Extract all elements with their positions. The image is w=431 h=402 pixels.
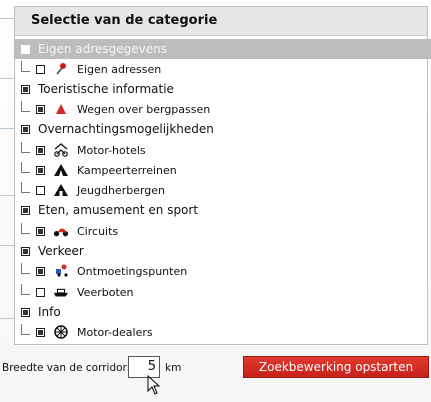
tent-icon [53,163,69,177]
mountain-pass-icon [53,102,69,116]
category-panel: Selectie van de categorie Eigen adresgeg… [14,6,431,345]
item-label: Eigen adressen [77,62,162,76]
category-row[interactable]: Verkeer [15,241,84,261]
category-checkbox[interactable] [21,246,30,256]
item-checkbox[interactable] [36,287,45,297]
pin-icon [53,62,69,76]
tree-connector [21,100,30,112]
category-label: Eigen adresgegevens [38,42,167,56]
wheel-icon [53,325,69,339]
tree-connector [21,283,30,295]
category-label: Toeristische informatie [38,82,174,96]
item-checkbox[interactable] [36,104,45,114]
item-checkbox[interactable] [36,165,45,175]
category-item-row[interactable]: Jeugdherbergen [15,180,165,200]
category-checkbox[interactable] [21,307,30,317]
meeting-point-icon [53,264,69,278]
motorcycle-icon [53,224,69,238]
category-checkbox[interactable] [21,84,30,94]
category-item-row[interactable]: Kampeerterreinen [15,160,177,180]
tree-connector [21,161,30,173]
tree-connector [21,60,30,72]
category-label: Eten, amusement en sport [38,203,199,217]
youth-hostel-icon [53,183,69,197]
panel-title: Selectie van de categorie [15,7,427,36]
tree-connector [21,262,30,274]
corridor-label: Breedte van de corridor: [2,362,131,374]
mouse-cursor-icon [147,375,161,395]
motor-hotel-icon [53,143,69,157]
item-label: Veerboten [77,285,134,299]
item-checkbox[interactable] [36,64,45,74]
item-label: Kampeerterreinen [77,163,177,177]
category-row[interactable]: Info [15,302,61,322]
category-row[interactable]: Eigen adresgegevens [15,39,431,59]
category-checkbox[interactable] [21,205,30,215]
item-checkbox[interactable] [36,266,45,276]
category-row[interactable]: Overnachtingsmogelijkheden [15,119,214,139]
item-checkbox[interactable] [36,226,45,236]
category-row[interactable]: Eten, amusement en sport [15,200,198,220]
item-checkbox[interactable] [36,185,45,195]
ferry-icon [53,285,69,299]
item-label: Ontmoetingspunten [77,264,188,278]
category-row[interactable]: Toeristische informatie [15,79,174,99]
item-label: Wegen over bergpassen [77,102,211,116]
corridor-unit: km [165,362,182,374]
item-label: Jeugdherbergen [77,183,166,197]
item-label: Circuits [77,224,119,238]
item-checkbox[interactable] [36,327,45,337]
category-checkbox[interactable] [21,44,30,54]
category-item-row[interactable]: Motor-dealers [15,322,153,342]
item-label: Motor-hotels [77,143,146,157]
category-item-row[interactable]: Eigen adressen [15,59,161,79]
category-checkbox[interactable] [21,124,30,134]
tree-connector [21,222,30,234]
item-checkbox[interactable] [36,145,45,155]
window: Selectie van de categorie Eigen adresgeg… [0,0,431,402]
category-label: Info [38,305,61,319]
category-item-row[interactable]: Ontmoetingspunten [15,261,187,281]
search-bar: Breedte van de corridor: 5 km Zoekbewerk… [0,348,431,388]
item-label: Motor-dealers [77,325,153,339]
tree-connector [21,323,30,335]
tree-connector [21,141,30,153]
start-search-button[interactable]: Zoekbewerking opstarten [243,356,429,378]
category-item-row[interactable]: Circuits [15,221,118,241]
category-item-row[interactable]: Wegen over bergpassen [15,99,210,119]
category-label: Verkeer [38,244,84,258]
tree-connector [21,181,30,193]
category-label: Overnachtingsmogelijkheden [38,122,214,136]
category-item-row[interactable]: Veerboten [15,282,134,302]
category-item-row[interactable]: Motor-hotels [15,140,146,160]
